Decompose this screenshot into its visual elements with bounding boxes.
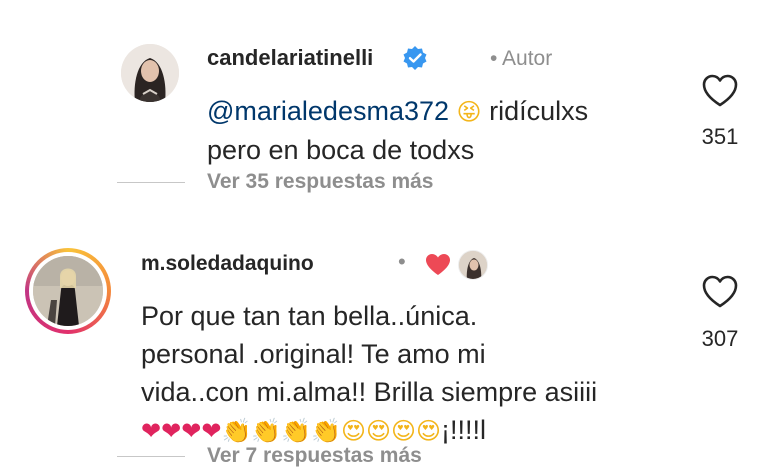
heart-icon[interactable] bbox=[702, 74, 738, 108]
comment-text-line2: pero en boca de todxs bbox=[207, 135, 475, 165]
view-replies-label: Ver 35 respuestas más bbox=[207, 170, 434, 193]
username[interactable]: candelariatinelli bbox=[207, 45, 373, 71]
view-replies-label: Ver 7 respuestas más bbox=[207, 444, 422, 467]
comment-text-line1: ridículxs bbox=[489, 96, 589, 126]
username[interactable]: m.soledadaquino bbox=[141, 252, 314, 276]
comment-text-line1: Por que tan tan bella..única. bbox=[141, 301, 478, 331]
comment-text: Por que tan tan bella..única. personal .… bbox=[141, 297, 701, 450]
avatar[interactable] bbox=[121, 44, 179, 102]
comment-m-soledadaquino: m.soledadaquino • Por que tan tan bella.… bbox=[0, 225, 780, 470]
author-liked-heart-icon bbox=[426, 254, 450, 275]
tongue-emoji: 😝 bbox=[456, 98, 482, 126]
author-mini-avatar bbox=[458, 250, 488, 280]
like-count: 307 bbox=[701, 326, 739, 351]
clap-emoji: 👏👏👏👏 bbox=[221, 417, 341, 445]
author-label: • Autor bbox=[490, 47, 553, 70]
story-ring[interactable] bbox=[25, 248, 111, 334]
separator-dot: • bbox=[398, 249, 406, 274]
verified-badge-icon bbox=[403, 46, 427, 70]
heart-eyes-emoji: 😍😍😍😍 bbox=[340, 417, 442, 445]
view-replies-button[interactable]: Ver 35 respuestas más bbox=[117, 170, 434, 194]
heart-icon[interactable] bbox=[702, 275, 738, 309]
comment-text-line2: personal .original! Te amo mi bbox=[141, 339, 486, 369]
like-count: 351 bbox=[701, 124, 739, 149]
view-replies-button[interactable]: Ver 7 respuestas más bbox=[117, 444, 422, 468]
comment-text-line3: vida..con mi.alma!! Brilla siempre asiii… bbox=[141, 377, 598, 407]
replies-divider bbox=[117, 455, 185, 457]
avatar bbox=[33, 256, 103, 326]
mention-link[interactable]: @marialedesma372 bbox=[207, 96, 449, 126]
hearts-emoji: ❤❤❤❤ bbox=[141, 417, 222, 445]
replies-divider bbox=[117, 181, 185, 183]
comment-candelariatinelli: candelariatinelli • Autor @marialedesma3… bbox=[0, 0, 780, 215]
comment-text: @marialedesma372 😝 ridículxs pero en boc… bbox=[207, 92, 677, 169]
comment-text-tail: ¡!!!!l bbox=[441, 415, 487, 445]
